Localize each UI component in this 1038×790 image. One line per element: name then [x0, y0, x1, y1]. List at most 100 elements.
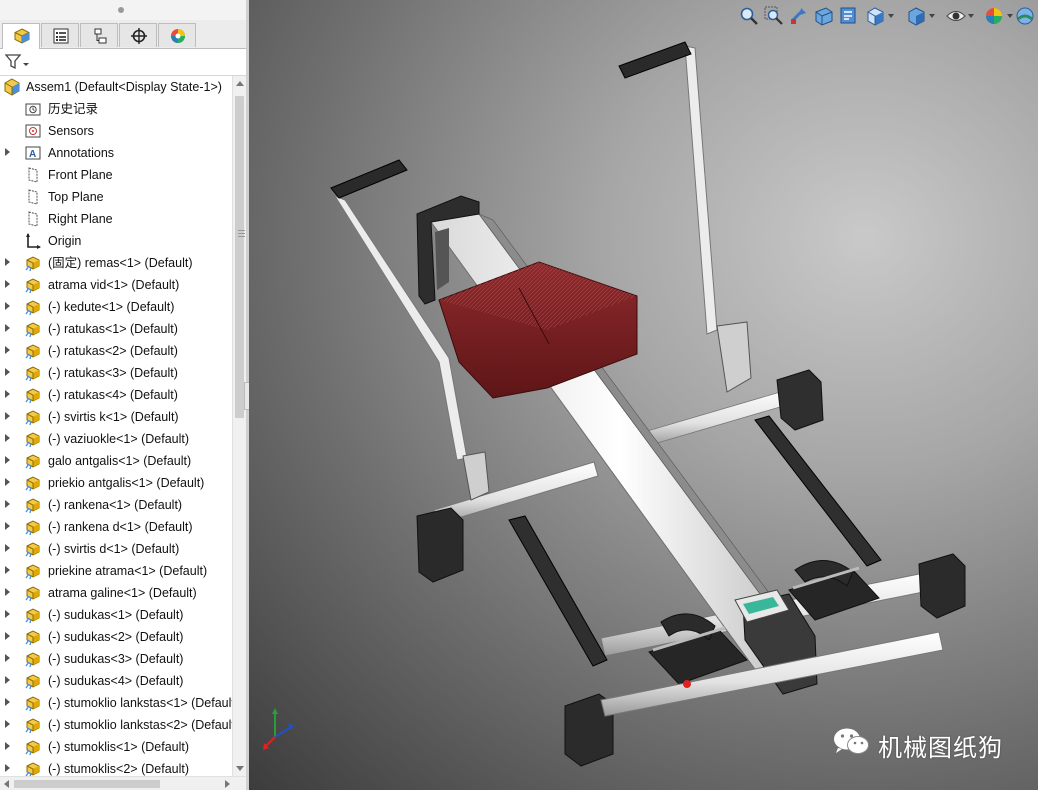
expand-arrow-icon[interactable] — [5, 368, 10, 376]
manager-tabs: › — [0, 20, 246, 62]
tree-item-label: Sensors — [48, 124, 94, 138]
scroll-thumb[interactable] — [235, 96, 245, 418]
tree-item[interactable]: (-) ratukas<2> (Default) — [0, 340, 232, 362]
piston-left — [508, 515, 608, 667]
tree-item-label: (-) sudukas<3> (Default) — [48, 652, 184, 666]
tree-item-label: (-) ratukas<2> (Default) — [48, 344, 178, 358]
part-icon — [24, 738, 42, 756]
expand-arrow-icon[interactable] — [5, 412, 10, 420]
tree-item[interactable]: 历史记录 — [0, 98, 232, 120]
part-icon — [24, 606, 42, 624]
expand-arrow-icon[interactable] — [5, 280, 10, 288]
tree-item[interactable]: (-) stumoklis<2> (Default) — [0, 758, 232, 776]
watermark-text: 机械图纸狗 — [878, 734, 1003, 762]
expand-arrow-icon[interactable] — [5, 456, 10, 464]
tree-item-label: (-) sudukas<2> (Default) — [48, 630, 184, 644]
expand-arrow-icon[interactable] — [5, 302, 10, 310]
tree-item[interactable]: (-) kedute<1> (Default) — [0, 296, 232, 318]
tree-item[interactable]: (-) sudukas<2> (Default) — [0, 626, 232, 648]
expand-arrow-icon[interactable] — [5, 632, 10, 640]
expand-arrow-icon[interactable] — [5, 522, 10, 530]
tree-item[interactable]: (-) sudukas<1> (Default) — [0, 604, 232, 626]
part-icon — [24, 496, 42, 514]
tree-item[interactable]: (-) svirtis k<1> (Default) — [0, 406, 232, 428]
tree-item[interactable]: Origin — [0, 230, 232, 252]
tree-item[interactable]: priekine atrama<1> (Default) — [0, 560, 232, 582]
feature-tree: Assem1 (Default<Display State-1>) 历史记录 Sen… — [0, 76, 232, 776]
part-icon — [24, 320, 42, 338]
tree-item-label: (-) rankena d<1> (Default) — [48, 520, 193, 534]
tree-item[interactable]: (-) sudukas<4> (Default) — [0, 670, 232, 692]
tree-item-label: Top Plane — [48, 190, 104, 204]
tree-item-label: galo antgalis<1> (Default) — [48, 454, 192, 468]
expand-arrow-icon[interactable] — [5, 258, 10, 266]
expand-arrow-icon[interactable] — [5, 566, 10, 574]
assembly-icon — [3, 78, 21, 96]
scroll-up-arrow-icon[interactable] — [236, 81, 244, 86]
expand-arrow-icon[interactable] — [5, 478, 10, 486]
tree-item[interactable]: (-) stumoklis<1> (Default) — [0, 736, 232, 758]
tree-item[interactable]: atrama vid<1> (Default) — [0, 274, 232, 296]
expand-arrow-icon[interactable] — [5, 720, 10, 728]
tree-item[interactable]: (固定) remas<1> (Default) — [0, 252, 232, 274]
handle-grip-right — [618, 41, 692, 79]
rowing-machine-model[interactable] — [249, 0, 1038, 790]
tree-item[interactable]: priekio antgalis<1> (Default) — [0, 472, 232, 494]
tree-item[interactable]: atrama galine<1> (Default) — [0, 582, 232, 604]
expand-arrow-icon[interactable] — [5, 434, 10, 442]
expand-arrow-icon[interactable] — [5, 588, 10, 596]
tree-vertical-scrollbar[interactable] — [232, 76, 246, 776]
tab-dimxpert-manager[interactable] — [119, 23, 157, 47]
filter-icon[interactable] — [5, 53, 31, 71]
part-icon — [24, 584, 42, 602]
tree-item[interactable]: (-) rankena<1> (Default) — [0, 494, 232, 516]
expand-arrow-icon[interactable] — [5, 544, 10, 552]
scroll-down-arrow-icon[interactable] — [236, 766, 244, 771]
tree-item[interactable]: (-) stumoklio lankstas<2> (Default) — [0, 714, 232, 736]
expand-arrow-icon[interactable] — [5, 500, 10, 508]
tree-item[interactable]: (-) ratukas<3> (Default) — [0, 362, 232, 384]
panel-grip-bar[interactable] — [0, 0, 246, 20]
tree-item-label: (-) ratukas<3> (Default) — [48, 366, 178, 380]
tree-item[interactable]: Front Plane — [0, 164, 232, 186]
scroll-right-arrow-icon[interactable] — [225, 780, 230, 788]
tree-horizontal-scrollbar[interactable] — [0, 776, 246, 790]
tree-item[interactable]: (-) ratukas<4> (Default) — [0, 384, 232, 406]
expand-arrow-icon[interactable] — [5, 610, 10, 618]
expand-arrow-icon[interactable] — [5, 148, 10, 156]
tree-item[interactable]: (-) vaziuokle<1> (Default) — [0, 428, 232, 450]
tree-item-label: (-) kedute<1> (Default) — [48, 300, 175, 314]
tree-item[interactable]: (-) svirtis d<1> (Default) — [0, 538, 232, 560]
scroll-left-arrow-icon[interactable] — [4, 780, 9, 788]
tree-item[interactable]: A Annotations — [0, 142, 232, 164]
tree-item[interactable]: (-) sudukas<3> (Default) — [0, 648, 232, 670]
hscroll-thumb[interactable] — [14, 780, 160, 788]
property-manager-icon — [53, 28, 69, 44]
expand-arrow-icon[interactable] — [5, 324, 10, 332]
part-icon — [24, 694, 42, 712]
tree-item-label: 历史记录 — [48, 102, 99, 116]
expand-arrow-icon[interactable] — [5, 742, 10, 750]
expand-arrow-icon[interactable] — [5, 676, 10, 684]
tree-item[interactable]: Top Plane — [0, 186, 232, 208]
tree-item[interactable]: Sensors — [0, 120, 232, 142]
expand-arrow-icon[interactable] — [5, 346, 10, 354]
tab-configuration-manager[interactable] — [80, 23, 118, 47]
expand-arrow-icon[interactable] — [5, 764, 10, 772]
tab-property-manager[interactable] — [41, 23, 79, 47]
tab-feature-manager[interactable] — [2, 23, 40, 49]
tree-root-assembly[interactable]: Assem1 (Default<Display State-1>) — [0, 76, 232, 98]
tree-item[interactable]: (-) rankena d<1> (Default) — [0, 516, 232, 538]
tree-item-label: Right Plane — [48, 212, 113, 226]
graphics-viewport[interactable]: 机械图纸狗 — [249, 0, 1038, 790]
tab-display-manager[interactable] — [158, 23, 196, 47]
expand-arrow-icon[interactable] — [5, 654, 10, 662]
tree-item[interactable]: Right Plane — [0, 208, 232, 230]
rear-foot-left — [416, 507, 464, 583]
expand-arrow-icon[interactable] — [5, 698, 10, 706]
tree-item[interactable]: (-) ratukas<1> (Default) — [0, 318, 232, 340]
tree-item[interactable]: galo antgalis<1> (Default) — [0, 450, 232, 472]
tree-item[interactable]: (-) stumoklio lankstas<1> (Default) — [0, 692, 232, 714]
part-icon — [24, 716, 42, 734]
expand-arrow-icon[interactable] — [5, 390, 10, 398]
